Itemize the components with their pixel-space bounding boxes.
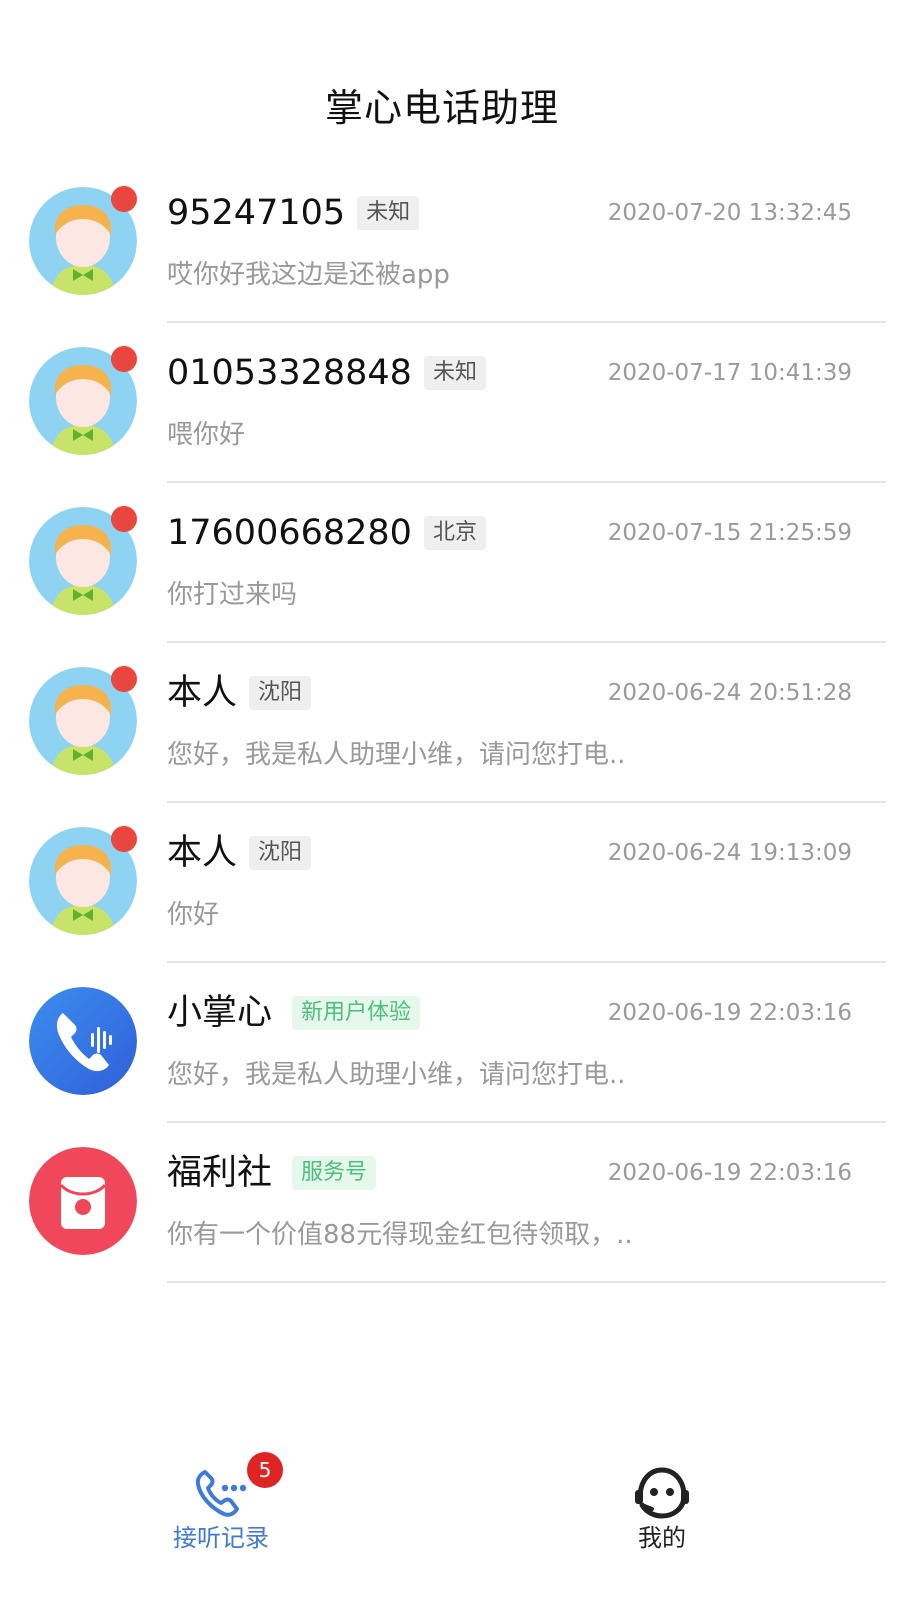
call-time: 2020-07-17 10:41:39	[607, 360, 852, 386]
call-log-screen: 掌心电话助理 95247105 未知 2020-07-20 13:32:45 哎你好我…	[0, 0, 900, 1600]
message-preview: 喂你好	[167, 420, 246, 450]
bottom-tab-bar: 5 接听记录 我的	[0, 1440, 900, 1600]
unread-dot	[111, 186, 137, 212]
caller-tag: 未知	[357, 196, 420, 230]
caller-row: 小掌心 新用户体验	[167, 991, 421, 1035]
message-preview: 您好，我是私人助理小维，请问您打电..	[167, 740, 626, 770]
red-packet-icon	[29, 1147, 137, 1255]
tab-call-records[interactable]: 5 接听记录	[121, 1440, 321, 1570]
caller-tag: 新用户体验	[292, 996, 421, 1030]
call-list-item[interactable]: 小掌心 新用户体验 2020-06-19 22:03:16 您好，我是私人助理小维，请…	[0, 963, 900, 1123]
call-list-item[interactable]: 本人 沈阳 2020-06-24 20:51:28 您好，我是私人助理小维，请问您打电…	[0, 643, 900, 803]
caller-tag: 未知	[423, 356, 486, 390]
call-list-item[interactable]: 17600668280 北京 2020-07-15 21:25:59 你打过来吗	[0, 483, 900, 643]
caller-name: 福利社	[167, 1153, 273, 1193]
tab-me[interactable]: 我的	[562, 1440, 762, 1570]
unread-dot	[111, 346, 137, 372]
unread-count-badge: 5	[247, 1452, 283, 1488]
divider	[167, 1281, 886, 1283]
page-title: 掌心电话助理	[324, 86, 559, 130]
caller-name: 小掌心	[167, 993, 273, 1033]
phone-voice-icon	[29, 987, 137, 1095]
caller-name: 本人	[167, 833, 238, 873]
message-preview: 哎你好我这边是还被app	[167, 260, 450, 290]
caller-row: 17600668280 北京	[167, 511, 486, 555]
call-time: 2020-06-19 22:03:16	[607, 1000, 852, 1026]
call-time: 2020-07-20 13:32:45	[607, 200, 852, 226]
message-preview: 你有一个价值88元得现金红包待领取，..	[167, 1220, 633, 1250]
call-time: 2020-07-15 21:25:59	[607, 520, 852, 546]
tab-label: 接听记录	[173, 1524, 269, 1552]
caller-tag: 沈阳	[249, 676, 312, 710]
call-list-item[interactable]: 福利社 服务号 2020-06-19 22:03:16 你有一个价值88元得现金红包待…	[0, 1123, 900, 1283]
caller-name: 17600668280	[167, 513, 412, 553]
message-preview: 你好	[167, 900, 220, 930]
caller-row: 本人 沈阳	[167, 831, 312, 875]
call-list-item[interactable]: 本人 沈阳 2020-06-24 19:13:09 你好	[0, 803, 900, 963]
tab-label: 我的	[638, 1524, 686, 1552]
phone-calls-icon	[195, 1470, 247, 1517]
caller-name: 01053328848	[167, 353, 412, 393]
caller-name: 本人	[167, 673, 238, 713]
call-time: 2020-06-24 19:13:09	[607, 840, 852, 866]
unread-dot	[111, 506, 137, 532]
assistant-face-icon	[635, 1467, 689, 1519]
caller-row: 95247105 未知	[167, 191, 420, 235]
unread-dot	[111, 826, 137, 852]
call-list-item[interactable]: 95247105 未知 2020-07-20 13:32:45 哎你好我这边是还被ap…	[0, 163, 900, 323]
caller-name: 95247105	[167, 193, 346, 233]
call-time: 2020-06-19 22:03:16	[607, 1160, 852, 1186]
call-list-item[interactable]: 01053328848 未知 2020-07-17 10:41:39 喂你好	[0, 323, 900, 483]
caller-tag: 北京	[423, 516, 486, 550]
caller-tag: 服务号	[292, 1156, 377, 1190]
message-preview: 你打过来吗	[167, 580, 298, 610]
caller-row: 01053328848 未知	[167, 351, 486, 395]
unread-dot	[111, 666, 137, 692]
caller-tag: 沈阳	[249, 836, 312, 870]
caller-row: 福利社 服务号	[167, 1151, 377, 1195]
message-preview: 您好，我是私人助理小维，请问您打电..	[167, 1060, 626, 1090]
caller-row: 本人 沈阳	[167, 671, 312, 715]
call-list: 95247105 未知 2020-07-20 13:32:45 哎你好我这边是还被ap…	[0, 163, 900, 1283]
call-time: 2020-06-24 20:51:28	[607, 680, 852, 706]
